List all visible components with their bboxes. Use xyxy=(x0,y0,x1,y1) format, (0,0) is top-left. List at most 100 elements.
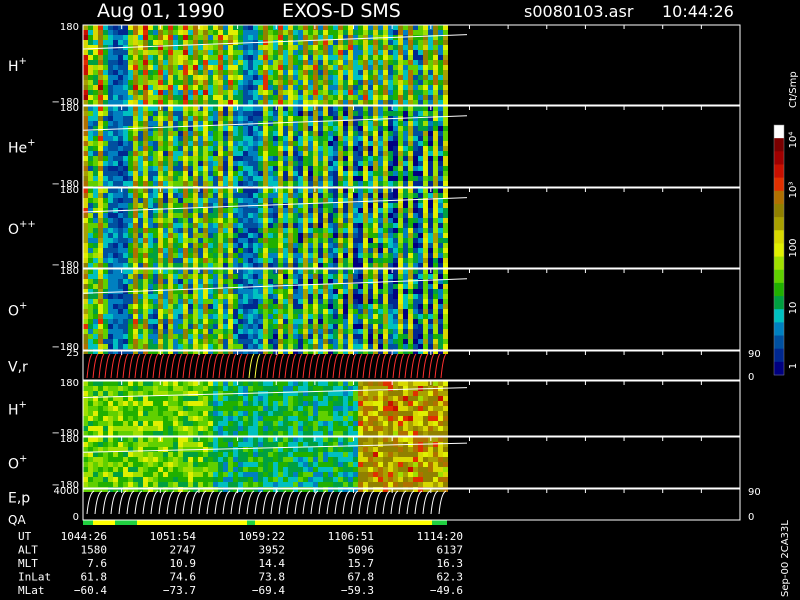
panel-1-data xyxy=(82,106,468,191)
panel-5-ytop: 180 xyxy=(60,378,79,389)
colorbar-label: 10³ xyxy=(788,182,799,199)
panel-6: O+180−180 xyxy=(8,434,741,492)
panel-3-label: O+ xyxy=(8,301,27,320)
panel-2: O++180−180 xyxy=(8,185,741,271)
panel-1-label: He+ xyxy=(8,138,36,157)
ephem-value: 1051:54 xyxy=(150,530,197,543)
sms-summary-plot: Aug 01, 1990 EXOS-D SMS s0080103.asr 10:… xyxy=(8,0,799,597)
ephem-value: −73.7 xyxy=(163,584,196,597)
ephem-value: 62.3 xyxy=(437,571,464,584)
panel-4-label: V,r xyxy=(8,360,28,376)
colorbar: Ct/Smp 10⁴ 10³ 100 10 1 xyxy=(773,71,799,376)
ephem-value: 67.8 xyxy=(348,571,375,584)
colorbar-swatch xyxy=(774,322,784,337)
ephem-value: 16.3 xyxy=(437,557,464,570)
panel-4-rbot: 0 xyxy=(748,372,754,383)
ephem-value: 6137 xyxy=(437,544,464,557)
ephem-value: −59.3 xyxy=(341,584,374,597)
panel-7-ybot: 0 xyxy=(73,512,79,523)
colorbar-label: 1 xyxy=(788,363,799,369)
ephem-value: −69.4 xyxy=(252,584,285,597)
panel-3-data xyxy=(82,269,468,354)
ephem-value: 7.6 xyxy=(87,557,107,570)
panel-1: He+180−180 xyxy=(8,103,741,191)
header-instrument: EXOS-D SMS xyxy=(282,0,401,22)
panel-6-data xyxy=(82,437,468,492)
colorbar-swatch xyxy=(774,269,784,284)
colorbar-swatch xyxy=(774,348,784,363)
colorbar-swatch xyxy=(774,177,784,192)
panel-0: H+180−180 xyxy=(8,22,741,108)
ephem-value: 1059:22 xyxy=(239,530,285,543)
header-file: s0080103.asr xyxy=(524,2,634,21)
panel-0-ytop: 180 xyxy=(60,22,79,33)
ephem-value: −49.6 xyxy=(430,584,463,597)
footer-id: Sep-00 2CA33L xyxy=(780,520,791,597)
ephem-row-name: UT xyxy=(18,530,32,543)
ephem-value: 10.9 xyxy=(170,557,197,570)
colorbar-swatch xyxy=(774,138,784,152)
panel-3-ytop: 180 xyxy=(60,266,79,277)
colorbar-label: 10 xyxy=(788,302,799,315)
header: Aug 01, 1990 EXOS-D SMS s0080103.asr 10:… xyxy=(97,0,734,22)
colorbar-unit: Ct/Smp xyxy=(788,71,799,108)
colorbar-swatch xyxy=(774,361,784,376)
header-time: 10:44:26 xyxy=(662,2,734,21)
ephem-value: 3952 xyxy=(259,544,286,557)
ephem-value: 15.7 xyxy=(348,557,375,570)
panel-0-label: H+ xyxy=(8,56,27,75)
colorbar-swatch xyxy=(774,203,784,218)
colorbar-swatch xyxy=(774,190,784,205)
panel-7-rbot: 0 xyxy=(748,512,754,523)
colorbar-swatch xyxy=(774,164,784,179)
ephem-row-name: MLT xyxy=(18,557,38,570)
panels: H+180−180He+180−180O++180−180O+180−180V,… xyxy=(8,22,761,527)
ephem-value: 2747 xyxy=(170,544,197,557)
panel-7-label: E,p xyxy=(8,491,30,507)
panel-4-ytop: 25 xyxy=(66,348,79,359)
header-date: Aug 01, 1990 xyxy=(97,0,225,22)
colorbar-swatch xyxy=(774,230,784,244)
ephem-value: 1044:26 xyxy=(61,530,107,543)
ephem-value: −60.4 xyxy=(74,584,107,597)
colorbar-swatch xyxy=(774,243,784,258)
ephem-row-name: MLat xyxy=(18,584,45,597)
panel-3: O+180−180 xyxy=(8,266,741,354)
ephem-value: 1114:20 xyxy=(417,530,463,543)
colorbar-swatch xyxy=(774,296,784,310)
panel-4-rtop: 90 xyxy=(748,349,761,360)
ephemeris-table: UT 1044:26 1051:54 1059:22 1106:51 1114:20 ALT… xyxy=(18,530,463,597)
panel-7-ytop: 4000 xyxy=(54,486,79,497)
ephem-value: 1580 xyxy=(81,544,108,557)
colorbar-swatch xyxy=(774,125,784,139)
panel-7-label2: QA xyxy=(8,513,26,527)
ephem-value: 74.6 xyxy=(170,571,197,584)
ephem-value: 14.4 xyxy=(259,557,286,570)
colorbar-swatch xyxy=(774,151,784,165)
panel-7: E,p QA 4000 0 90 0 xyxy=(8,486,761,527)
panel-5-data xyxy=(82,381,468,436)
ephem-row-name: ALT xyxy=(18,544,38,557)
colorbar-swatch xyxy=(774,309,784,323)
ephem-value: 61.8 xyxy=(81,571,108,584)
panel-2-ytop: 180 xyxy=(60,185,79,196)
colorbar-swatch xyxy=(774,256,784,271)
panel-7-rtop: 90 xyxy=(748,487,761,498)
colorbar-swatch xyxy=(774,335,784,350)
panel-6-label: O+ xyxy=(8,454,27,473)
ephem-value: 5096 xyxy=(348,544,375,557)
colorbar-swatch xyxy=(774,217,784,231)
panel-4-data xyxy=(86,353,447,379)
ephem-value: 1106:51 xyxy=(328,530,374,543)
ephem-value: 73.8 xyxy=(259,571,286,584)
panel-2-data xyxy=(82,188,468,268)
colorbar-swatch xyxy=(774,282,784,297)
panel-1-ytop: 180 xyxy=(60,103,79,114)
panel-0-data xyxy=(82,25,468,105)
colorbar-label: 10⁴ xyxy=(788,132,799,149)
panel-6-ytop: 180 xyxy=(60,434,79,445)
ephem-row-name: InLat xyxy=(18,571,51,584)
panel-5: H+180−180 xyxy=(8,378,741,439)
panel-2-label: O++ xyxy=(8,219,36,238)
panel-5-label: H+ xyxy=(8,400,27,419)
